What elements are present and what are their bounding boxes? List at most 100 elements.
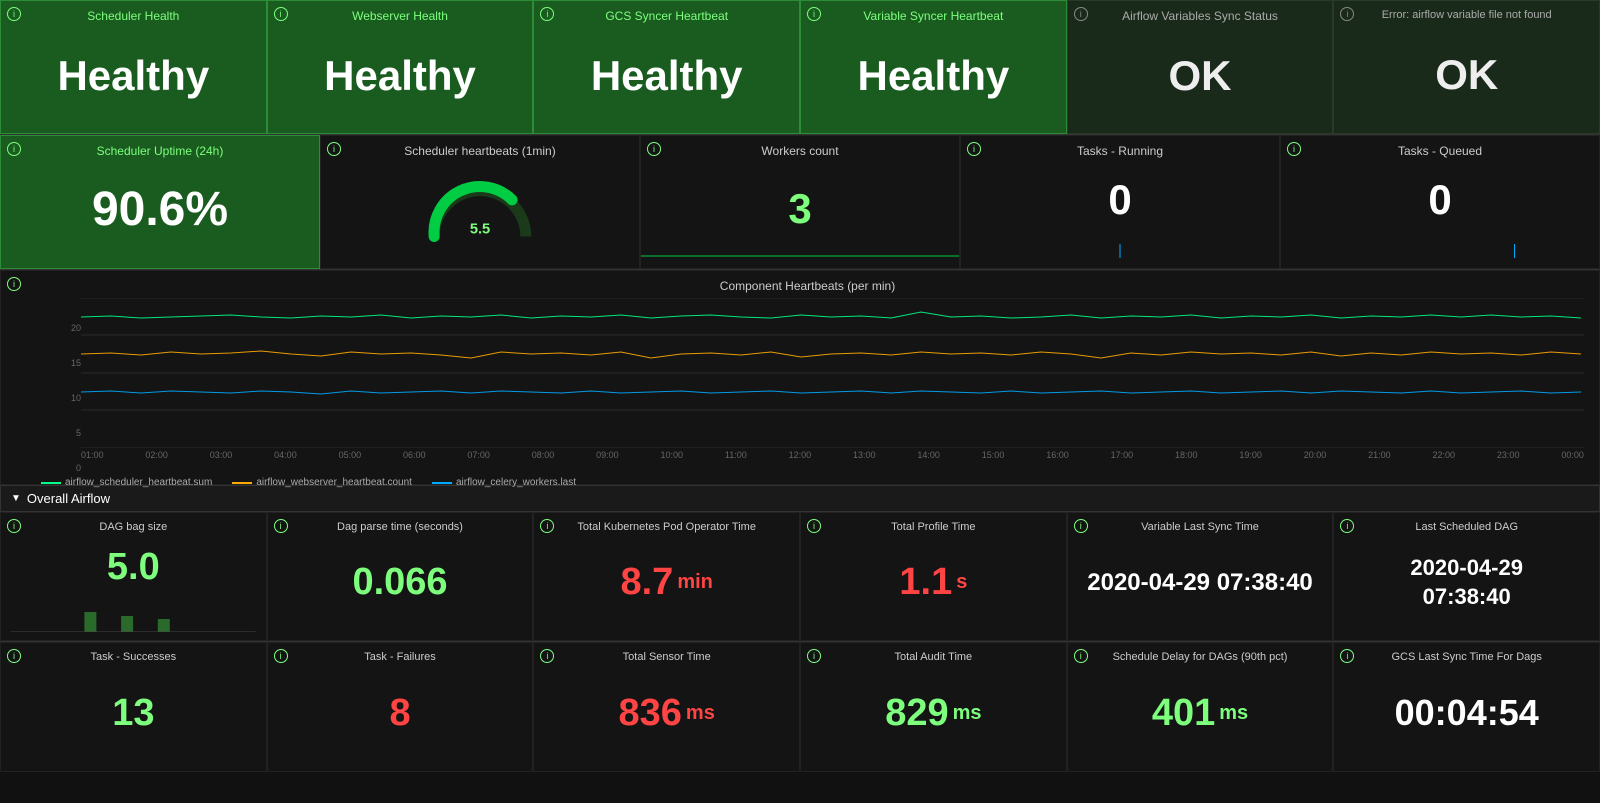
airflow-card-dag-parse: i Dag parse time (seconds) 0.066	[267, 512, 534, 641]
airflow-dag-bag-value: 5.0	[11, 533, 256, 602]
x-label-19: 19:00	[1239, 450, 1262, 460]
chart-title: Component Heartbeats (per min)	[31, 279, 1584, 293]
y-label-10: 10	[71, 393, 81, 403]
metric-tasks-queued-value: 0	[1291, 158, 1589, 242]
metric-card-tasks-queued: i Tasks - Queued 0	[1280, 135, 1600, 269]
airflow-card-sensor-time: i Total Sensor Time 836ms	[533, 642, 800, 772]
airflow-last-dag-title: Last Scheduled DAG	[1344, 521, 1589, 533]
airflow-schedule-delay-value: 401ms	[1078, 663, 1323, 763]
x-label-8: 08:00	[532, 450, 555, 460]
x-axis: 01:00 02:00 03:00 04:00 05:00 06:00 07:0…	[81, 450, 1584, 460]
metrics-row: i Scheduler Uptime (24h) 90.6% i Schedul…	[0, 135, 1600, 270]
metric-tasks-queued-title: Tasks - Queued	[1291, 144, 1589, 158]
x-label-16: 16:00	[1046, 450, 1069, 460]
info-icon-schedule-delay[interactable]: i	[1074, 649, 1088, 663]
health-card-airflow-vars: i Airflow Variables Sync Status OK	[1067, 0, 1334, 134]
x-label-12: 12:00	[789, 450, 812, 460]
chart-row: i Component Heartbeats (per min) 20 15 1…	[0, 270, 1600, 485]
x-label-4: 04:00	[274, 450, 297, 460]
info-icon-workers[interactable]: i	[647, 142, 661, 156]
metric-card-heartbeat: i Scheduler heartbeats (1min) 5.5	[320, 135, 640, 269]
airflow-sensor-time-unit: ms	[686, 702, 715, 725]
info-icon-tasks-running[interactable]: i	[967, 142, 981, 156]
x-label-23: 23:00	[1497, 450, 1520, 460]
airflow-sensor-time-title: Total Sensor Time	[544, 651, 789, 663]
health-card-variable-syncer: i Variable Syncer Heartbeat Healthy	[800, 0, 1067, 134]
chevron-icon: ▼	[11, 493, 21, 504]
info-icon-webserver[interactable]: i	[274, 7, 288, 21]
info-icon-tasks-queued[interactable]: i	[1287, 142, 1301, 156]
airflow-audit-time-unit: ms	[953, 702, 982, 725]
x-label-17: 17:00	[1111, 450, 1134, 460]
y-label-0: 0	[76, 463, 81, 473]
legend-label-celery: airflow_celery_workers.last	[456, 477, 576, 488]
x-label-10: 10:00	[661, 450, 684, 460]
legend-label-scheduler: airflow_scheduler_heartbeat.sum	[65, 477, 212, 488]
svg-text:5.5: 5.5	[470, 222, 490, 238]
info-icon-task-failure[interactable]: i	[274, 649, 288, 663]
x-label-21: 21:00	[1368, 450, 1391, 460]
health-card-gcs-title: GCS Syncer Heartbeat	[544, 9, 789, 23]
metric-uptime-value: 90.6%	[11, 158, 309, 260]
airflow-profile-time-unit: s	[956, 571, 967, 594]
health-card-scheduler-title: Scheduler Health	[11, 9, 256, 23]
info-icon-heartbeat[interactable]: i	[327, 142, 341, 156]
airflow-card-var-sync: i Variable Last Sync Time 2020-04-29 07:…	[1067, 512, 1334, 641]
legend-scheduler: airflow_scheduler_heartbeat.sum	[41, 477, 212, 488]
info-icon-var-sync[interactable]: i	[1074, 519, 1088, 533]
info-icon-profile-time[interactable]: i	[807, 519, 821, 533]
health-row: i Scheduler Health Healthy i Webserver H…	[0, 0, 1600, 135]
metric-card-workers: i Workers count 3	[640, 135, 960, 269]
airflow-task-failure-value: 8	[278, 663, 523, 763]
y-axis: 20 15 10 5 0	[56, 323, 81, 473]
airflow-task-failure-title: Task - Failures	[278, 651, 523, 663]
x-label-14: 14:00	[917, 450, 940, 460]
airflow-row-1: i DAG bag size 5.0 i Dag parse time (sec…	[0, 512, 1600, 642]
y-label-15: 15	[71, 358, 81, 368]
metric-tasks-running-title: Tasks - Running	[971, 144, 1269, 158]
airflow-card-k8s-pod: i Total Kubernetes Pod Operator Time 8.7…	[533, 512, 800, 641]
airflow-dag-parse-value: 0.066	[278, 533, 523, 632]
health-card-gcs: i GCS Syncer Heartbeat Healthy	[533, 0, 800, 134]
airflow-k8s-pod-unit: min	[677, 571, 713, 594]
airflow-schedule-delay-unit: ms	[1219, 702, 1248, 725]
info-icon-airflow-vars[interactable]: i	[1074, 7, 1088, 21]
info-icon-chart[interactable]: i	[7, 277, 21, 291]
health-card-webserver-title: Webserver Health	[278, 9, 523, 23]
overall-airflow-header[interactable]: ▼ Overall Airflow	[0, 485, 1600, 512]
health-card-error-title: Error: airflow variable file not found	[1344, 9, 1589, 21]
metric-workers-title: Workers count	[651, 144, 949, 158]
x-label-3: 03:00	[210, 450, 233, 460]
x-label-13: 13:00	[853, 450, 876, 460]
x-label-9: 09:00	[596, 450, 619, 460]
x-label-15: 15:00	[982, 450, 1005, 460]
gauge-container: 5.5	[331, 158, 629, 260]
info-icon-uptime[interactable]: i	[7, 142, 21, 156]
x-label-20: 20:00	[1304, 450, 1327, 460]
x-label-6: 06:00	[403, 450, 426, 460]
health-card-airflow-vars-value: OK	[1078, 27, 1323, 125]
airflow-row-2: i Task - Successes 13 i Task - Failures …	[0, 642, 1600, 772]
dag-bag-mini-svg	[11, 604, 256, 632]
info-icon-dag-bag[interactable]: i	[7, 519, 21, 533]
airflow-task-success-title: Task - Successes	[11, 651, 256, 663]
info-icon-dag-parse[interactable]: i	[274, 519, 288, 533]
airflow-audit-time-title: Total Audit Time	[811, 651, 1056, 663]
x-label-2: 02:00	[145, 450, 168, 460]
info-icon-variable-syncer[interactable]: i	[807, 7, 821, 21]
tasks-running-sparkline-svg	[971, 242, 1269, 260]
airflow-card-audit-time: i Total Audit Time 829ms	[800, 642, 1067, 772]
health-card-error: i Error: airflow variable file not found…	[1333, 0, 1600, 134]
health-card-variable-syncer-value: Healthy	[811, 27, 1056, 125]
info-icon-task-success[interactable]: i	[7, 649, 21, 663]
legend-celery: airflow_celery_workers.last	[432, 477, 576, 488]
health-card-gcs-value: Healthy	[544, 27, 789, 125]
dashboard: i Scheduler Health Healthy i Webserver H…	[0, 0, 1600, 772]
airflow-card-gcs-sync: i GCS Last Sync Time For Dags 00:04:54	[1333, 642, 1600, 772]
x-label-11: 11:00	[725, 450, 747, 460]
airflow-gcs-sync-title: GCS Last Sync Time For Dags	[1344, 651, 1589, 663]
info-icon-scheduler[interactable]: i	[7, 7, 21, 21]
chart-legend: airflow_scheduler_heartbeat.sum airflow_…	[31, 477, 1584, 488]
tasks-queued-sparkline	[1291, 242, 1589, 260]
info-icon-audit-time[interactable]: i	[807, 649, 821, 663]
